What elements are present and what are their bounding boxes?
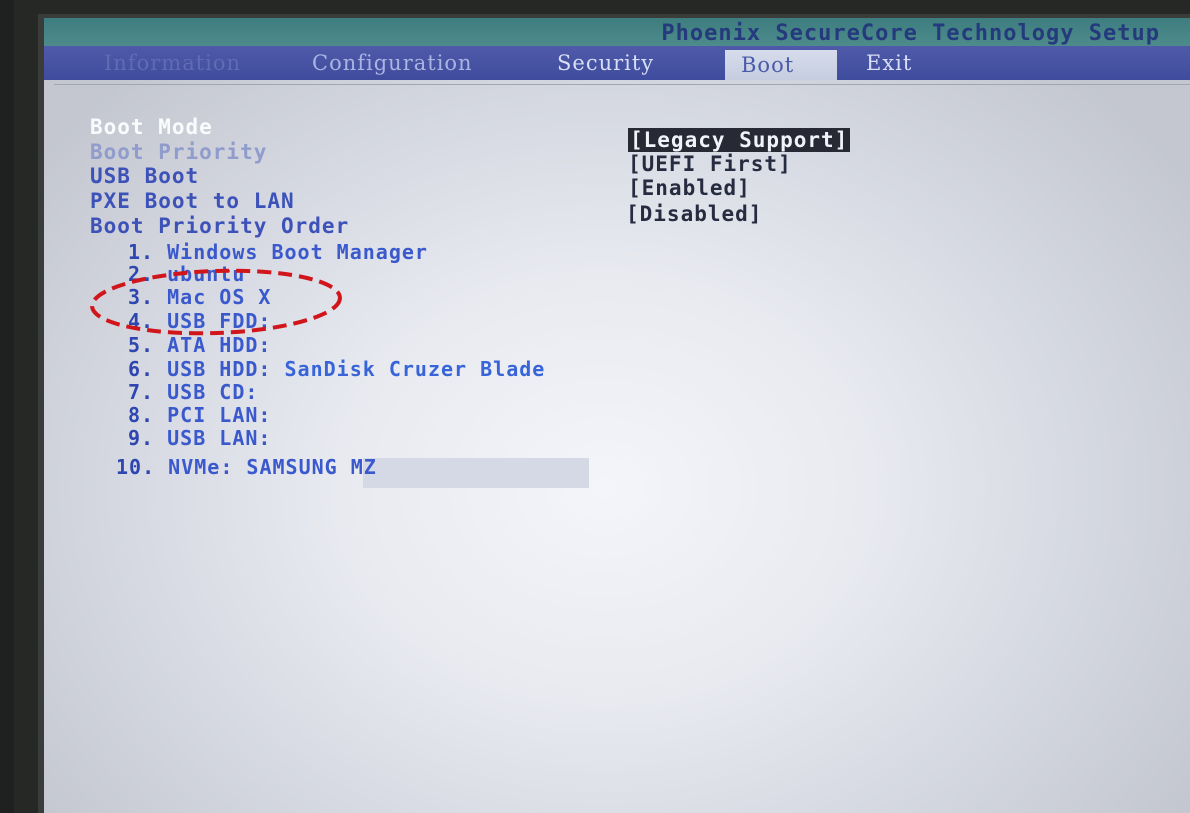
boot-order-item[interactable]: 9. USB LAN:	[128, 426, 271, 450]
usb-boot-value[interactable]: [Enabled]	[628, 176, 751, 200]
boot-order-index: 1.	[128, 240, 168, 264]
boot-mode-value[interactable]: [Legacy Support]	[628, 128, 851, 152]
boot-order-index: 5.	[128, 333, 168, 357]
menu-divider	[54, 84, 1190, 85]
redaction-block	[363, 458, 589, 488]
boot-order-device-detail: SanDisk Cruzer Blade	[284, 357, 546, 381]
boot-order-item[interactable]: 1. Windows Boot Manager	[128, 240, 428, 264]
boot-order-index: 7.	[128, 380, 168, 404]
monitor-bezel-left	[0, 0, 14, 813]
boot-order-device: USB FDD:	[167, 309, 272, 333]
boot-order-item[interactable]: 4. USB FDD:	[128, 309, 271, 333]
boot-priority-value[interactable]: [UEFI First]	[628, 152, 792, 176]
boot-order-device: USB HDD:	[167, 357, 272, 381]
boot-order-index: 4.	[128, 309, 168, 333]
pxe-boot-value[interactable]: [Disabled]	[626, 202, 762, 226]
boot-order-index: 10.	[116, 455, 169, 479]
boot-order-item[interactable]: 2. ubuntu	[128, 262, 245, 286]
boot-order-item[interactable]: 7. USB CD:	[128, 380, 258, 404]
boot-order-device: PCI LAN:	[167, 403, 272, 427]
usb-boot-label[interactable]: USB Boot	[90, 164, 199, 188]
boot-order-item[interactable]: 10. NVMe: SAMSUNG MZ	[116, 455, 377, 479]
pxe-boot-label[interactable]: PXE Boot to LAN	[90, 189, 295, 213]
boot-order-index: 3.	[128, 285, 168, 309]
boot-order-device: ubuntu	[167, 262, 246, 286]
boot-order-device: ATA HDD:	[167, 333, 272, 357]
tab-security[interactable]: Security	[557, 48, 654, 78]
bios-screen: Phoenix SecureCore Technology Setup Info…	[44, 18, 1190, 813]
boot-order-item[interactable]: 6. USB HDD: SanDisk Cruzer Blade	[128, 357, 545, 381]
app-title: Phoenix SecureCore Technology Setup	[661, 21, 1160, 46]
boot-order-index: 6.	[128, 357, 168, 381]
boot-order-device: USB CD:	[167, 380, 259, 404]
tab-configuration[interactable]: Configuration	[312, 48, 473, 78]
tab-exit[interactable]: Exit	[866, 48, 912, 78]
boot-order-item[interactable]: 3. Mac OS X	[128, 285, 271, 309]
boot-order-device: Windows Boot Manager	[167, 240, 428, 264]
boot-order-index: 2.	[128, 262, 168, 286]
tab-information[interactable]: Information	[104, 48, 241, 78]
boot-order-device: Mac OS X	[167, 285, 272, 309]
boot-order-device: USB LAN:	[167, 426, 272, 450]
boot-priority-order-label: Boot Priority Order	[90, 214, 350, 238]
boot-order-index: 8.	[128, 403, 168, 427]
photo-frame: Phoenix SecureCore Technology Setup Info…	[0, 0, 1190, 813]
tab-boot[interactable]: Boot	[725, 50, 837, 80]
boot-priority-label[interactable]: Boot Priority	[90, 140, 267, 164]
menu-bar: Information Configuration Security Boot …	[44, 46, 1190, 80]
boot-order-index: 9.	[128, 426, 168, 450]
boot-order-item[interactable]: 8. PCI LAN:	[128, 403, 271, 427]
boot-order-item[interactable]: 5. ATA HDD:	[128, 333, 271, 357]
boot-order-device: NVMe: SAMSUNG MZ	[168, 455, 377, 479]
boot-mode-label[interactable]: Boot Mode	[90, 115, 213, 139]
